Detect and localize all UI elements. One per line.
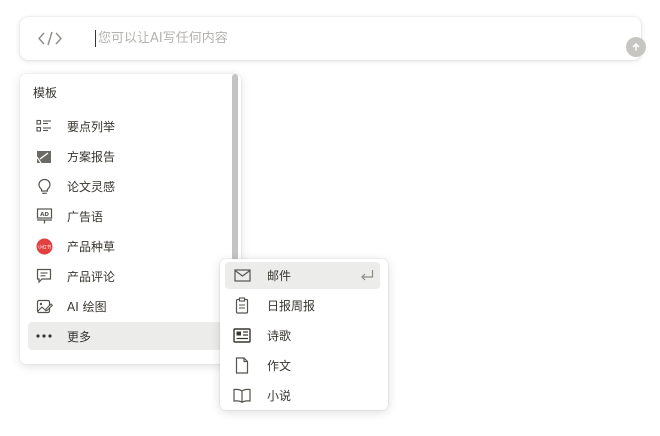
code-icon: [38, 31, 62, 46]
document-icon: [233, 357, 251, 375]
ai-prompt-bar: [20, 17, 646, 60]
template-item-slogan[interactable]: AD 广告语: [28, 202, 228, 230]
xiaohongshu-icon: 小红书: [35, 237, 53, 255]
svg-text:小红书: 小红书: [37, 243, 51, 250]
template-item-label: 产品评论: [67, 269, 116, 284]
lightbulb-icon: [35, 177, 53, 195]
image-edit-icon: [35, 297, 53, 315]
template-item-label: 方案报告: [67, 149, 116, 164]
arrow-up-icon: [632, 42, 640, 51]
submenu-item-essay[interactable]: 作文: [225, 352, 380, 379]
report-icon: [35, 147, 53, 165]
submit-button[interactable]: [626, 37, 646, 57]
svg-text:AD: AD: [40, 212, 49, 218]
submenu-item-poetry[interactable]: 诗歌: [225, 322, 380, 349]
template-menu-title: 模板: [33, 86, 58, 100]
comment-icon: [35, 267, 53, 285]
template-item-product-review[interactable]: 产品评论: [28, 262, 228, 290]
template-item-bullet-points[interactable]: 要点列举: [28, 112, 228, 140]
template-item-more[interactable]: 更多: [28, 322, 228, 350]
ai-prompt-input[interactable]: [98, 28, 578, 49]
template-item-label: 论文灵感: [67, 179, 116, 194]
submenu-item-label: 日报周报: [267, 299, 316, 313]
template-item-ai-drawing[interactable]: AI 绘图: [28, 292, 228, 320]
newspaper-icon: [233, 327, 251, 345]
submenu-item-label: 邮件: [267, 269, 292, 283]
more-submenu: 邮件 日报周报 诗歌 作文 小说: [220, 259, 388, 410]
template-item-label: 广告语: [67, 209, 104, 224]
enter-return-icon: [361, 270, 374, 281]
submenu-item-label: 作文: [267, 359, 292, 373]
scrollbar-thumb[interactable]: [232, 74, 238, 284]
template-item-label: 产品种草: [67, 239, 116, 254]
template-item-paper-ideas[interactable]: 论文灵感: [28, 172, 228, 200]
ad-board-icon: AD: [35, 207, 53, 225]
template-item-plan-report[interactable]: 方案报告: [28, 142, 228, 170]
submenu-item-daily-weekly-report[interactable]: 日报周报: [225, 292, 380, 319]
submenu-item-label: 诗歌: [267, 329, 292, 343]
template-item-label: 要点列举: [67, 119, 116, 134]
template-item-label: AI 绘图: [67, 299, 107, 314]
clipboard-icon: [233, 297, 251, 315]
template-item-label: 更多: [67, 329, 92, 344]
book-icon: [233, 387, 251, 405]
submenu-item-label: 小说: [267, 389, 292, 403]
submenu-item-email[interactable]: 邮件: [225, 262, 380, 289]
more-dots-icon: [35, 327, 53, 345]
text-caret: [95, 30, 96, 47]
template-item-product-recommend[interactable]: 小红书 产品种草: [28, 232, 228, 260]
submenu-item-novel[interactable]: 小说: [225, 382, 380, 409]
bullet-list-icon: [35, 117, 53, 135]
template-menu: 模板 要点列举 方案报告 论文灵感 AD 广告语 小红书 产品种草 产品评论 A…: [20, 74, 241, 364]
mail-icon: [233, 267, 251, 285]
